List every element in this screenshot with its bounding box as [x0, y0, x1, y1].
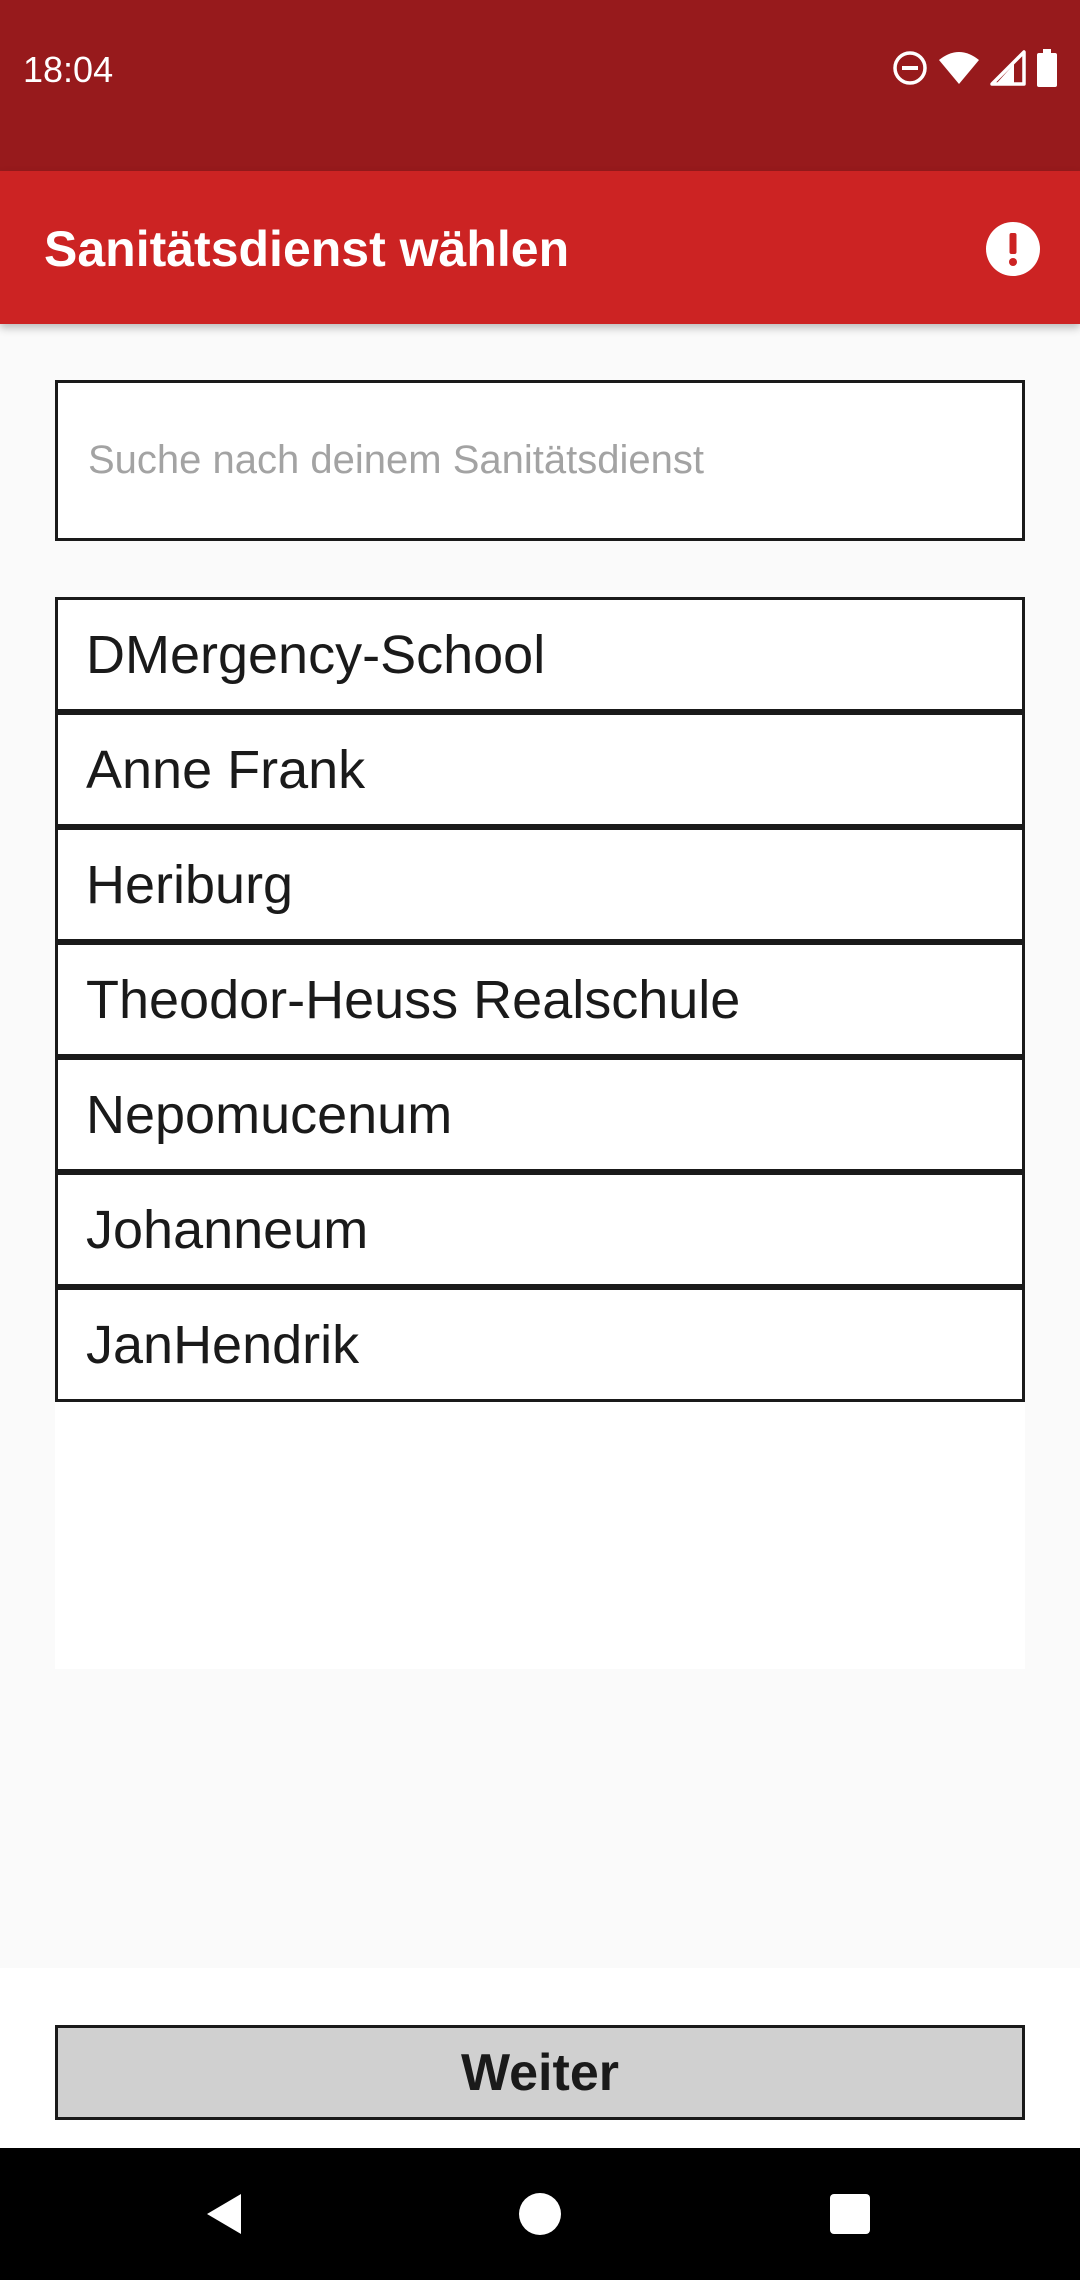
list-item-label: DMergency-School	[86, 624, 546, 685]
footer: Weiter	[0, 1968, 1080, 2148]
list-item-label: Anne Frank	[86, 739, 366, 800]
alert-button[interactable]	[985, 221, 1041, 277]
search-field[interactable]	[55, 380, 1025, 541]
signal-icon	[990, 50, 1026, 86]
status-bar: 18:04	[0, 0, 1080, 171]
do-not-disturb-icon	[892, 50, 928, 86]
wifi-icon	[938, 50, 980, 86]
list-item[interactable]: Johanneum	[55, 1172, 1025, 1287]
alert-circle-icon	[985, 222, 1041, 281]
recents-button[interactable]	[822, 2186, 878, 2242]
list-item[interactable]: JanHendrik	[55, 1287, 1025, 1402]
list-item-label: Johanneum	[86, 1199, 369, 1260]
list-item-label: Theodor-Heuss Realschule	[86, 969, 741, 1030]
status-time: 18:04	[23, 49, 114, 90]
system-nav-bar	[0, 2148, 1080, 2280]
list-item[interactable]: Heriburg	[55, 827, 1025, 942]
home-icon	[512, 2193, 568, 2246]
list-item[interactable]: DMergency-School	[55, 597, 1025, 712]
search-input[interactable]	[58, 383, 1022, 538]
list-item-label: JanHendrik	[86, 1314, 360, 1375]
battery-icon	[1036, 49, 1058, 87]
back-icon	[197, 2194, 253, 2246]
back-button[interactable]	[197, 2186, 253, 2242]
next-button[interactable]: Weiter	[55, 2025, 1025, 2120]
list-item[interactable]: Nepomucenum	[55, 1057, 1025, 1172]
home-button[interactable]	[512, 2186, 568, 2242]
service-list: DMergency-School Anne Frank Heriburg The…	[55, 597, 1025, 1669]
status-icons	[892, 46, 1058, 90]
list-item[interactable]: Theodor-Heuss Realschule	[55, 942, 1025, 1057]
app-bar: Sanitätsdienst wählen	[0, 171, 1080, 324]
list-item-label: Nepomucenum	[86, 1084, 453, 1145]
list-item[interactable]: Anne Frank	[55, 712, 1025, 827]
list-item-label: Heriburg	[86, 854, 294, 915]
page-title: Sanitätsdienst wählen	[44, 221, 570, 277]
recents-icon	[822, 2194, 878, 2246]
